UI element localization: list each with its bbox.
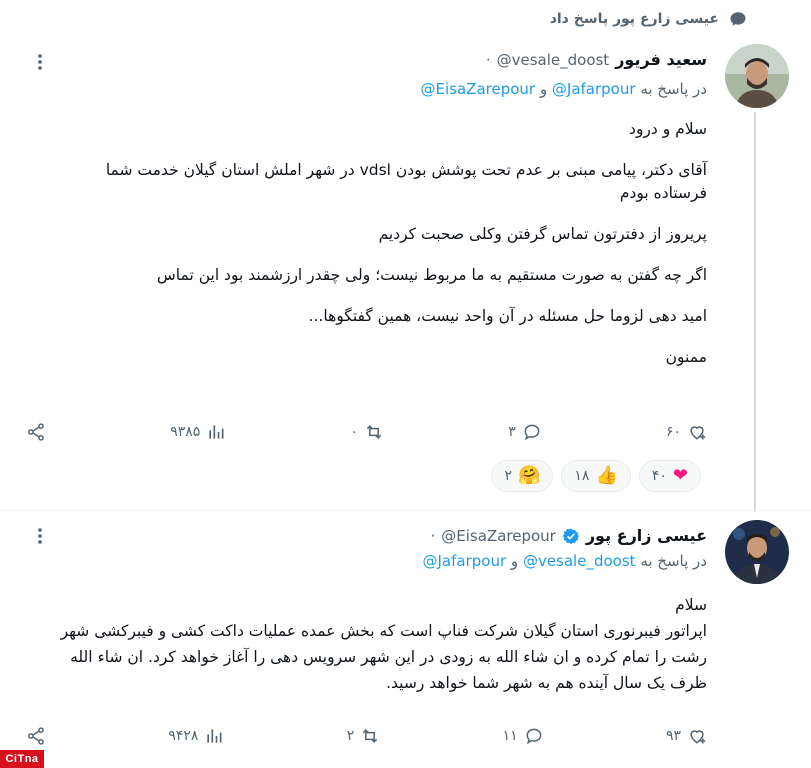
more-options-icon[interactable] <box>30 52 50 72</box>
avatar-saeed[interactable] <box>725 44 789 108</box>
author-name[interactable]: عیسی زارع پور <box>586 526 707 545</box>
replying-and: و <box>510 552 519 570</box>
views-action[interactable]: ۹۳۸۵ <box>170 422 226 442</box>
reply-icon <box>524 424 540 441</box>
views-action[interactable]: ۹۴۲۸ <box>168 726 224 746</box>
replying-and: و <box>539 80 548 98</box>
repost-count: ۰ <box>350 424 359 440</box>
author-handle[interactable]: @EisaZarepour <box>441 527 556 545</box>
tweet-paragraph: اپراتور فیبرنوری استان گیلان شرکت فناپ ا… <box>60 622 707 692</box>
repost-action[interactable]: ۰ <box>350 422 384 442</box>
tweet-body: سلام اپراتور فیبرنوری استان گیلان شرکت ف… <box>50 592 707 696</box>
reaction-thumbs-up[interactable]: 👍 ۱۸ <box>561 460 631 492</box>
more-options-icon[interactable] <box>30 526 50 546</box>
tweet-paragraph: اگر چه گفتن به صورت مستقیم به ما مربوط ن… <box>156 266 707 284</box>
reactions-bar: ❤ ۴۰ 👍 ۱۸ 🤗 ۲ <box>491 460 701 492</box>
repost-action[interactable]: ۲ <box>347 726 381 746</box>
like-icon <box>690 730 706 744</box>
tweet-eisa[interactable]: عیسی زارع پور @EisaZarepour · در پاسخ به… <box>0 510 811 768</box>
replying-prefix: در پاسخ به <box>640 80 707 98</box>
replying-prefix: در پاسخ به <box>640 552 707 570</box>
tweet-paragraph: سلام <box>675 596 707 614</box>
mention-link[interactable]: @vesale_doost <box>523 552 636 570</box>
tweet-saeed[interactable]: سعید فریور @vesale_doost · در پاسخ به @J… <box>0 0 811 510</box>
hugging-face-icon: 🤗 <box>517 465 541 486</box>
tweet-actions: ۶۰ ۳ ۰ ۹۳۸۵ <box>26 422 707 442</box>
repost-count: ۲ <box>346 728 355 744</box>
share-icon <box>28 423 44 441</box>
views-count: ۹۳۸۵ <box>170 424 201 440</box>
tweet-body: سلام و درود آقای دکتر، پیامی مبنی بر عدم… <box>50 118 707 369</box>
tweet-paragraph: ممنون <box>665 348 707 366</box>
reply-icon <box>526 728 542 745</box>
views-icon <box>207 729 222 743</box>
thumbs-up-icon: 👍 <box>595 465 618 486</box>
reaction-count: ۱۸ <box>574 468 590 484</box>
replying-to: در پاسخ به @vesale_doost و @Jafarpour <box>422 552 707 570</box>
author-name[interactable]: سعید فریور <box>615 50 707 69</box>
share-action[interactable] <box>26 726 46 746</box>
reply-action[interactable]: ۳ <box>508 422 542 442</box>
tweet-paragraph: پریروز از دفترتون تماس گرفتن وکلی صحبت ک… <box>378 225 707 243</box>
verified-badge-icon <box>562 528 580 544</box>
separator-dot: · <box>430 526 436 545</box>
repost-icon <box>363 729 378 743</box>
views-icon <box>209 425 224 439</box>
reaction-hugging[interactable]: 🤗 ۲ <box>491 460 554 492</box>
mention-link[interactable]: @Jafarpour <box>552 80 636 98</box>
share-icon <box>28 727 44 745</box>
share-action[interactable] <box>26 422 46 442</box>
reaction-count: ۴۰ <box>651 468 667 484</box>
tweet-header: عیسی زارع پور @EisaZarepour · <box>431 526 708 545</box>
author-handle[interactable]: @vesale_doost <box>497 51 610 69</box>
reply-count: ۳ <box>508 424 516 440</box>
like-count: ۶۰ <box>665 424 681 440</box>
tweet-actions: ۹۳ ۱۱ ۲ ۹۴۲۸ <box>26 726 707 746</box>
mention-link[interactable]: @EisaZarepour <box>421 80 536 98</box>
replying-to: در پاسخ به @Jafarpour و @EisaZarepour <box>421 80 707 98</box>
mention-link[interactable]: @Jafarpour <box>422 552 506 570</box>
views-count: ۹۴۲۸ <box>168 728 199 744</box>
reply-count: ۱۱ <box>502 728 518 744</box>
like-count: ۹۳ <box>665 728 681 744</box>
tweet-paragraph: آقای دکتر، پیامی مبنی بر عدم تحت پوشش بو… <box>105 161 707 202</box>
tweet-paragraph: امید دهی لزوما حل مسئله در آن واحد نیست،… <box>308 307 707 325</box>
tweet-header: سعید فریور @vesale_doost · <box>486 50 707 69</box>
citna-watermark-logo: CiTna <box>0 750 44 768</box>
repost-icon <box>366 425 382 439</box>
heart-icon: ❤ <box>672 465 688 486</box>
tweet-paragraph: سلام و درود <box>629 120 707 138</box>
reaction-count: ۲ <box>504 468 512 484</box>
like-action[interactable]: ۹۳ <box>666 726 707 746</box>
reply-action[interactable]: ۱۱ <box>503 726 544 746</box>
reaction-heart[interactable]: ❤ ۴۰ <box>638 460 701 492</box>
avatar-eisa[interactable] <box>725 520 789 584</box>
separator-dot: · <box>485 50 491 69</box>
like-action[interactable]: ۶۰ <box>666 422 707 442</box>
like-icon <box>690 426 706 440</box>
